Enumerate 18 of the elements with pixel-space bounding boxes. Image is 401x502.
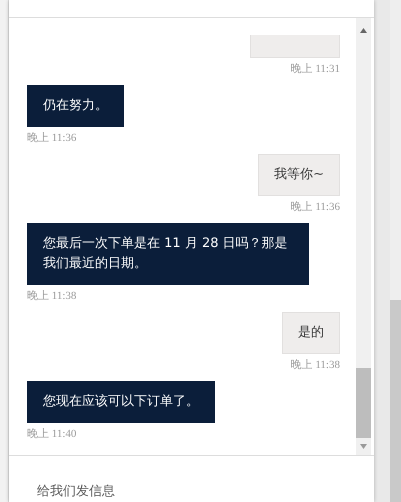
message-time: 晚上 11:31 bbox=[290, 62, 340, 76]
message-time: 晚上 11:36 bbox=[27, 131, 76, 145]
scroll-up-icon[interactable] bbox=[360, 28, 367, 33]
message-time: 晚上 11:38 bbox=[290, 358, 340, 372]
page-scroll-thumb[interactable] bbox=[390, 300, 401, 502]
received-message: 您最后一次下单是在 11 月 28 日吗？那是我们最近的日期。 bbox=[27, 223, 309, 285]
message-time: 晚上 11:40 bbox=[27, 427, 76, 441]
received-message: 仍在努力。 bbox=[27, 85, 124, 127]
received-message: 您现在应该可以下订单了。 bbox=[27, 381, 215, 423]
sent-message: 我等你~ bbox=[258, 154, 340, 196]
page-scrollbar[interactable] bbox=[390, 0, 401, 502]
scroll-down-icon[interactable] bbox=[360, 444, 367, 449]
message-time: 晚上 11:36 bbox=[290, 200, 340, 214]
message-field[interactable]: 给我们发信息 bbox=[35, 483, 319, 500]
message-time: 晚上 11:38 bbox=[27, 289, 76, 303]
scrollbar[interactable] bbox=[356, 18, 371, 455]
sent-message: 是的 bbox=[282, 312, 340, 354]
scroll-thumb[interactable] bbox=[356, 368, 371, 438]
